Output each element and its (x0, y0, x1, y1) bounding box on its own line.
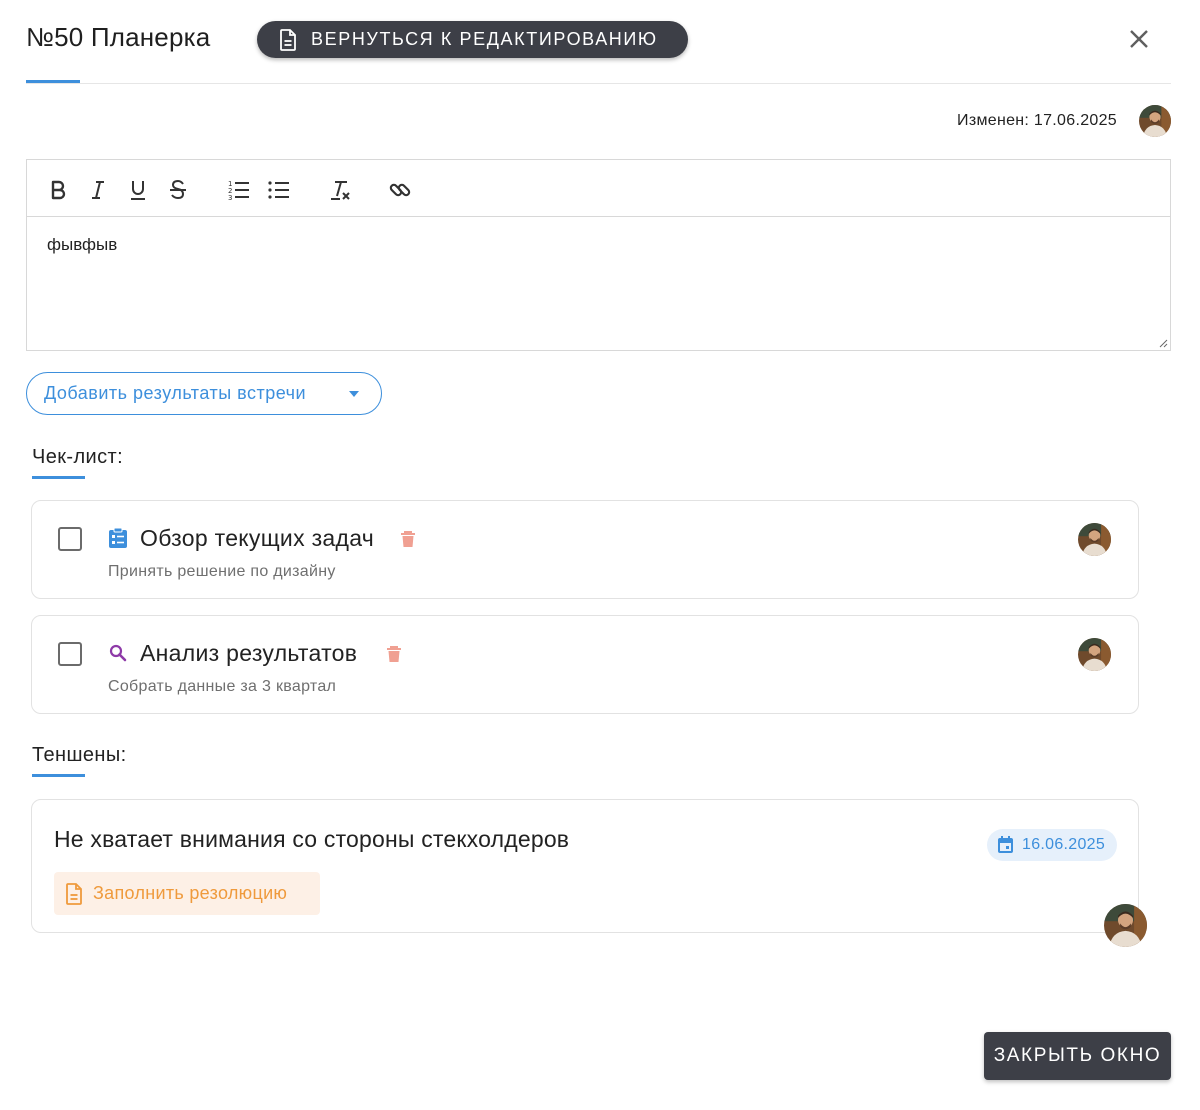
assignee-avatar[interactable] (1078, 638, 1111, 671)
checklist-underline (32, 476, 85, 479)
close-icon[interactable] (1126, 26, 1152, 52)
checklist-checkbox[interactable] (58, 527, 82, 551)
checklist-item-subtitle: Собрать данные за 3 квартал (108, 678, 337, 695)
tensions-underline (32, 774, 85, 777)
tension-title: Не хватает внимания со стороны стекхолде… (54, 826, 570, 852)
assignee-avatar[interactable] (1078, 523, 1111, 556)
underline-icon[interactable] (126, 178, 150, 202)
trash-icon[interactable] (386, 645, 402, 663)
title-underline (26, 80, 80, 83)
page-title: №50 Планерка (26, 22, 211, 52)
ordered-list-icon[interactable]: 1 2 3 (227, 178, 251, 202)
tensions-title: Теншены: (32, 744, 127, 766)
document-icon (66, 882, 82, 905)
bold-icon[interactable] (46, 178, 70, 202)
checklist-item: Анализ результатов Собрать данные за 3 к… (31, 615, 1139, 714)
caret-down-icon (349, 391, 359, 397)
rich-text-editor[interactable]: 1 2 3 фывфыв (26, 159, 1171, 351)
checklist-item-title: Обзор текущих задач (140, 525, 375, 551)
add-results-label: Добавить результаты встречи (44, 383, 307, 403)
document-icon (280, 28, 296, 51)
search-icon (109, 644, 127, 662)
back-to-edit-button[interactable]: ВЕРНУТЬСЯ К РЕДАКТИРОВАНИЮ (257, 21, 688, 58)
tension-date: 16.06.2025 (1022, 836, 1106, 853)
fill-resolution-label: Заполнить резолюцию (93, 883, 288, 903)
editor-toolbar: 1 2 3 (27, 160, 1170, 217)
calendar-icon (998, 836, 1013, 853)
back-to-edit-label: ВЕРНУТЬСЯ К РЕДАКТИРОВАНИЮ (311, 29, 658, 49)
checklist-item: Обзор текущих задач Принять решение по д… (31, 500, 1139, 599)
italic-icon[interactable] (86, 178, 110, 202)
checklist-title: Чек-лист: (32, 446, 124, 468)
bullet-list-icon[interactable] (267, 178, 291, 202)
tension-item: Не хватает внимания со стороны стекхолде… (31, 799, 1139, 933)
checklist-item-subtitle: Принять решение по дизайну (108, 563, 336, 580)
fill-resolution-button[interactable]: Заполнить резолюцию (54, 872, 320, 915)
link-icon[interactable] (388, 178, 412, 202)
author-avatar[interactable] (1139, 105, 1171, 137)
add-results-dropdown[interactable]: Добавить результаты встречи (26, 372, 382, 415)
strikethrough-icon[interactable] (166, 178, 190, 202)
close-window-button[interactable]: ЗАКРЫТЬ ОКНО (984, 1032, 1171, 1080)
clipboard-icon (109, 528, 127, 548)
modified-date: Изменен: 17.06.2025 (957, 112, 1117, 129)
checklist-item-title: Анализ результатов (140, 640, 358, 666)
trash-icon[interactable] (400, 530, 416, 548)
tension-author-avatar[interactable] (1104, 904, 1147, 947)
checklist-checkbox[interactable] (58, 642, 82, 666)
header: №50 Планерка ВЕРНУТЬСЯ К РЕДАКТИРОВАНИЮ (26, 0, 1171, 84)
svg-text:3: 3 (228, 194, 232, 202)
resize-handle-icon[interactable] (1158, 338, 1168, 348)
clear-format-icon[interactable] (328, 178, 352, 202)
editor-content[interactable]: фывфыв (27, 217, 1170, 273)
tension-date-chip[interactable]: 16.06.2025 (987, 829, 1117, 861)
